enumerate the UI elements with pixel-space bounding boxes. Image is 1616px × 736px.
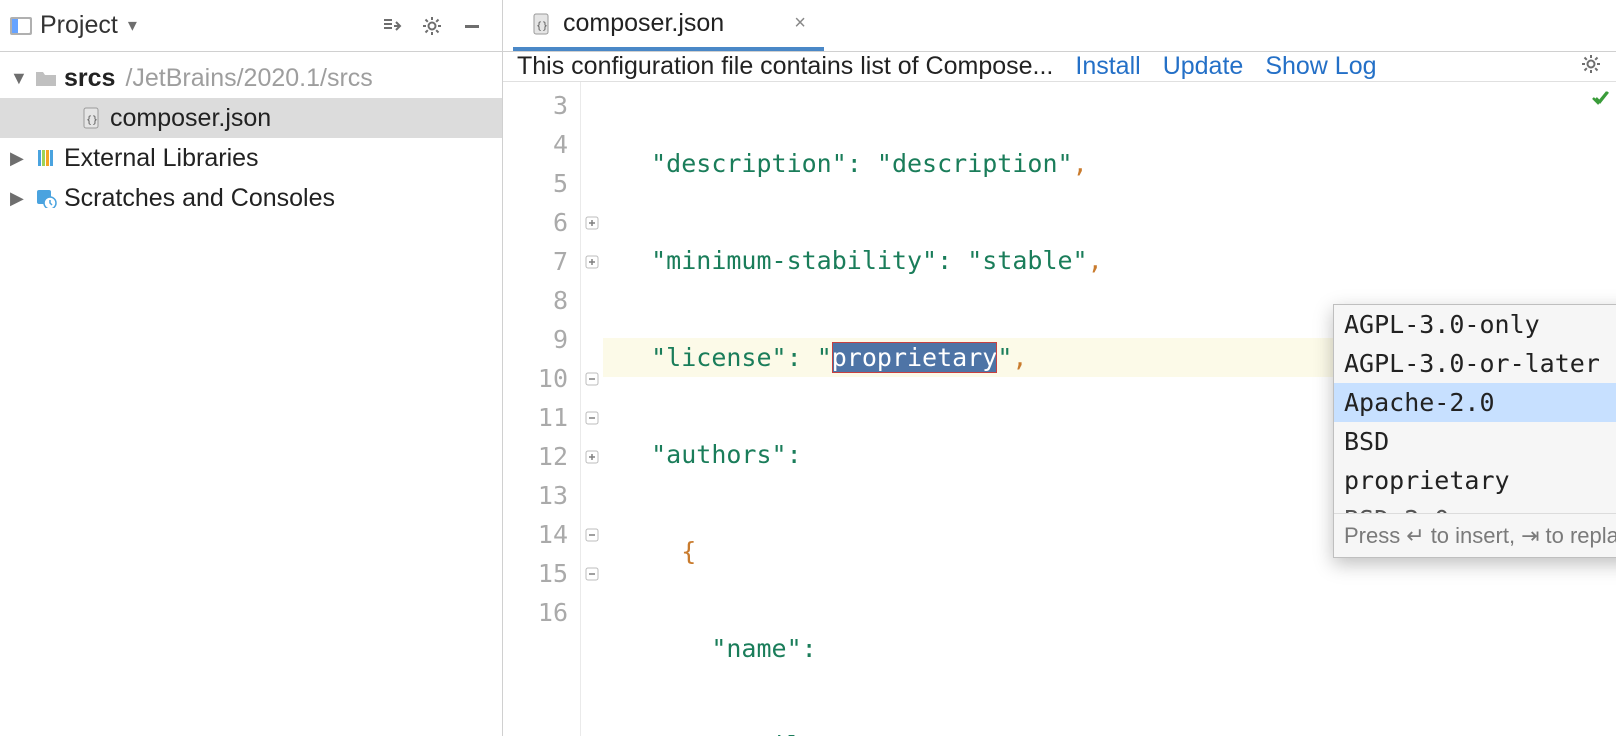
svg-text:{}: {} [536,21,548,32]
tab-key-icon: ⇥ [1521,523,1539,549]
fold-close-icon[interactable] [581,515,603,554]
dropdown-triangle-icon: ▾ [128,15,137,36]
gutter-line-number: 3 [503,86,580,125]
json-file-icon: {} [531,13,553,35]
gutter-line-number: 13 [503,476,580,515]
libraries-icon [34,146,58,170]
autocomplete-hint: Press ↵ to insert, ⇥ to replace ⋮ [1334,513,1616,557]
autocomplete-item[interactable]: Apache-2.0 [1334,383,1616,422]
autocomplete-item[interactable]: AGPL-3.0-or-later [1334,344,1616,383]
editor-code-area[interactable]: 345678910111213141516 "description": "de… [503,82,1616,736]
gutter-line-number: 16 [503,593,580,632]
autocomplete-item[interactable]: AGPL-3.0-only [1334,305,1616,344]
tree-file-label: composer.json [110,104,271,133]
update-link[interactable]: Update [1163,52,1244,81]
fold-open-icon[interactable] [581,203,603,242]
project-selector-label: Project [40,11,118,40]
chevron-down-icon: ▼ [10,68,28,89]
tree-root-srcs[interactable]: ▼ srcs /JetBrains/2020.1/srcs [0,58,502,98]
line-gutter: 345678910111213141516 [503,82,581,736]
gear-icon[interactable] [1580,53,1602,80]
gutter-line-number: 14 [503,515,580,554]
tree-file-composer-json[interactable]: {} composer.json [0,98,502,138]
autocomplete-item[interactable]: BSD [1334,422,1616,461]
autocomplete-popup[interactable]: AGPL-3.0-onlyAGPL-3.0-or-laterApache-2.0… [1333,304,1616,558]
banner-text: This configuration file contains list of… [517,52,1053,81]
tree-root-path: /JetBrains/2020.1/srcs [125,64,372,93]
tab-label: composer.json [563,9,724,38]
scratches-icon [34,186,58,210]
chevron-right-icon: ▶ [10,148,28,169]
minimize-icon[interactable] [458,12,486,40]
autocomplete-item[interactable]: proprietary [1334,461,1616,500]
fold-column [581,82,603,736]
tree-scratches-label: Scratches and Consoles [64,184,335,213]
gutter-line-number: 15 [503,554,580,593]
project-selector[interactable]: Project ▾ [10,11,137,40]
tree-scratches[interactable]: ▶ Scratches and Consoles [0,178,502,218]
close-icon[interactable]: × [794,12,806,35]
gutter-line-number: 8 [503,281,580,320]
fold-open-icon[interactable] [581,242,603,281]
fold-close-icon[interactable] [581,359,603,398]
fold-close-icon[interactable] [581,554,603,593]
gutter-line-number: 11 [503,398,580,437]
gutter-line-number: 10 [503,359,580,398]
gutter-line-number: 9 [503,320,580,359]
analysis-ok-icon[interactable] [1590,88,1610,113]
folder-icon [34,66,58,90]
gutter-line-number: 6 [503,203,580,242]
editor-tab-composer-json[interactable]: {} composer.json × [513,0,824,51]
gutter-line-number: 12 [503,437,580,476]
show-log-link[interactable]: Show Log [1265,52,1376,81]
code-line: "name": [603,629,1616,668]
chevron-right-icon: ▶ [10,188,28,209]
project-tree[interactable]: ▼ srcs /JetBrains/2020.1/srcs {} compose… [0,52,503,736]
tree-root-label: srcs [64,64,115,93]
svg-text:{}: {} [86,115,98,126]
enter-key-icon: ↵ [1406,523,1424,549]
gutter-line-number: 7 [503,242,580,281]
tree-ext-lib-label: External Libraries [64,144,259,173]
code-line: "description": "description", [603,144,1616,183]
composer-banner: This configuration file contains list of… [503,52,1616,82]
fold-open-icon[interactable] [581,437,603,476]
json-file-icon: {} [80,106,104,130]
fold-close-icon[interactable] [581,398,603,437]
autocomplete-item[interactable]: BSD-2.0 [1334,500,1616,513]
gutter-line-number: 5 [503,164,580,203]
scroll-from-source-icon[interactable] [378,12,406,40]
code-line: "email" [603,726,1616,736]
install-link[interactable]: Install [1075,52,1140,81]
tree-external-libraries[interactable]: ▶ External Libraries [0,138,502,178]
gear-icon[interactable] [418,12,446,40]
project-view-icon [10,16,32,36]
code-line: "minimum-stability": "stable", [603,241,1616,280]
license-selection[interactable]: proprietary [832,342,998,373]
gutter-line-number: 4 [503,125,580,164]
